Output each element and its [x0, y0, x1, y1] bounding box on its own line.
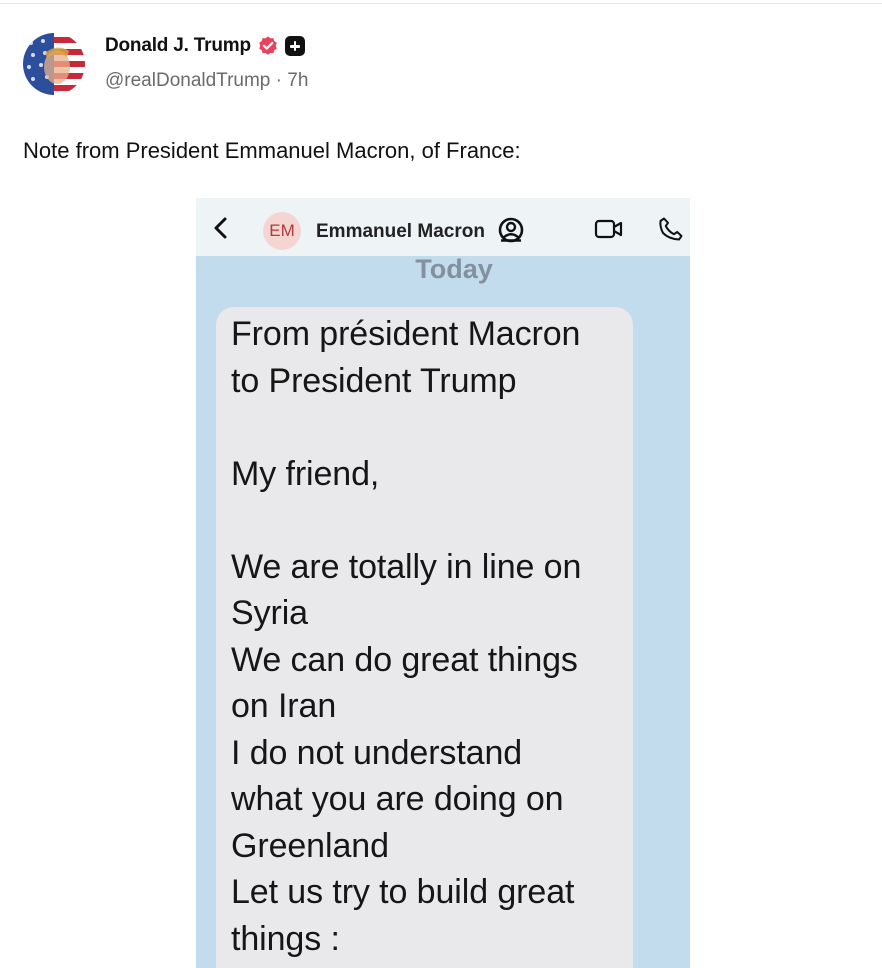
verified-badge-icon — [259, 36, 277, 55]
top-divider — [0, 3, 882, 4]
video-call-icon — [594, 219, 623, 239]
chat-header: EM Emmanuel Macron — [196, 198, 690, 256]
post-text: Note from President Emmanuel Macron, of … — [23, 138, 521, 163]
handle-row: @realDonaldTrump · 7h — [105, 70, 308, 92]
back-chevron-icon — [214, 217, 227, 239]
attached-screenshot[interactable]: EM Emmanuel Macron Today From président … — [196, 198, 690, 968]
post-time[interactable]: 7h — [287, 70, 308, 91]
avatar[interactable] — [23, 33, 85, 95]
author-handle[interactable]: @realDonaldTrump — [105, 70, 270, 91]
date-divider: Today — [415, 254, 493, 284]
author-name[interactable]: Donald J. Trump — [105, 35, 251, 57]
plus-badge-icon — [284, 36, 305, 56]
contact-avatar: EM — [263, 212, 301, 250]
phone-call-icon — [659, 217, 683, 241]
message-bubble: From président Macron to President Trump… — [216, 307, 633, 968]
contact-name: Emmanuel Macron — [316, 221, 485, 242]
contact-info-icon — [498, 217, 524, 243]
message-text: From président Macron to President Trump… — [231, 315, 582, 958]
separator-dot: · — [275, 70, 282, 91]
author-row: Donald J. Trump — [105, 33, 305, 59]
